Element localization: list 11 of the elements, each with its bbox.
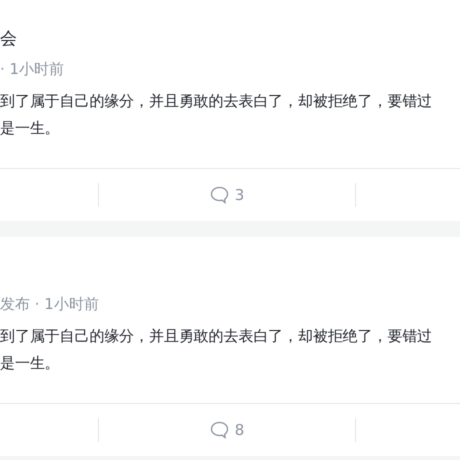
speech-bubble-icon [210,186,229,204]
comment-button[interactable]: 8 [210,421,244,439]
post-meta: 发布 · 1小时前 [0,294,100,315]
post-text: 是一生。 [0,118,61,139]
post-meta: · 1小时前 [0,59,66,80]
post-text: 到了属于自己的缘分，并且勇敢的去表白了，却被拒绝了，要错过 [0,91,434,112]
post-text: 是一生。 [0,353,61,374]
post-title[interactable]: 会 [0,28,460,50]
speech-bubble-icon [210,421,229,439]
comment-button[interactable]: 3 [210,186,244,204]
post-text: 到了属于自己的缘分，并且勇敢的去表白了，却被拒绝了，要错过 [0,326,434,347]
